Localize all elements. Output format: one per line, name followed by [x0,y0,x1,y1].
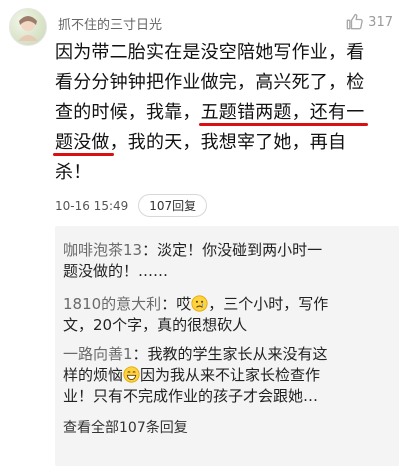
comment-line: 因为带二胎实在是没空陪她写作业，看 [55,42,365,63]
reply-text: ：我教的学生家长从来没有这 [132,345,328,363]
grin-face-emoji [123,366,140,383]
underlined-text: 五题错两题，还有一 [200,102,365,123]
comment-line: 查的时候，我靠，五题错两题，还有一 [55,102,365,123]
reply-text: 因为我从来不让家长检查作 [140,366,321,384]
like-count: 317 [368,14,393,30]
reply-item[interactable]: 1810的意大利：哎 ，三个小时，写作 文，20个字，真的很想砍人 [63,294,393,336]
comment-meta: 10-16 15:49 107回复 [55,194,208,217]
reply-username[interactable]: 一路向善1 [63,345,133,363]
username[interactable]: 抓不住的三寸日光 [58,14,162,33]
thumbs-up-icon [346,13,363,30]
reply-item[interactable]: 一路向善1：我教的学生家长从来没有这 样的烦恼 因为我从来不让家长检查作 业！只… [63,344,393,407]
reply-text: 文，20个字，真的很想砍人 [63,316,248,334]
reply-text: ，三个小时，写作 [208,295,329,313]
reply-count-button[interactable]: 107回复 [138,194,208,217]
reply-item[interactable]: 咖啡泡茶13：淡定！你没碰到两小时一 题没做的！…… [63,240,393,282]
comment-line: 看分分钟钟把作业做完，高兴死了，检 [55,72,365,93]
avatar-image [18,16,38,41]
replies-panel: 咖啡泡茶13：淡定！你没碰到两小时一 题没做的！…… 1810的意大利：哎 ，三… [55,226,399,466]
underlined-text: 题没做 [55,132,110,153]
timestamp: 10-16 15:49 [55,198,129,213]
reply-text: 题没做的！…… [63,262,169,280]
reply-username[interactable]: 咖啡泡茶13 [63,241,142,259]
reply-text: 业！只有不完成作业的孩子才会跟她… [63,387,319,405]
comment-text: 因为带二胎实在是没空陪她写作业，看 看分分钟钟把作业做完，高兴死了，检 查的时候… [55,38,401,188]
reply-text: ：哎 [161,295,192,313]
reply-username[interactable]: 1810的意大利 [63,295,161,313]
sad-face-emoji [191,295,208,312]
user-avatar[interactable] [9,8,47,46]
like-button[interactable]: 317 [344,12,393,32]
reply-text: 样的烦恼 [63,366,124,384]
comment-line: 题没做，我的天，我想宰了她，再自 [55,132,347,153]
comment-line: 杀！ [55,162,92,183]
view-all-replies-link[interactable]: 查看全部107条回复 [63,417,188,437]
reply-text: ：淡定！你没碰到两小时一 [142,241,323,259]
